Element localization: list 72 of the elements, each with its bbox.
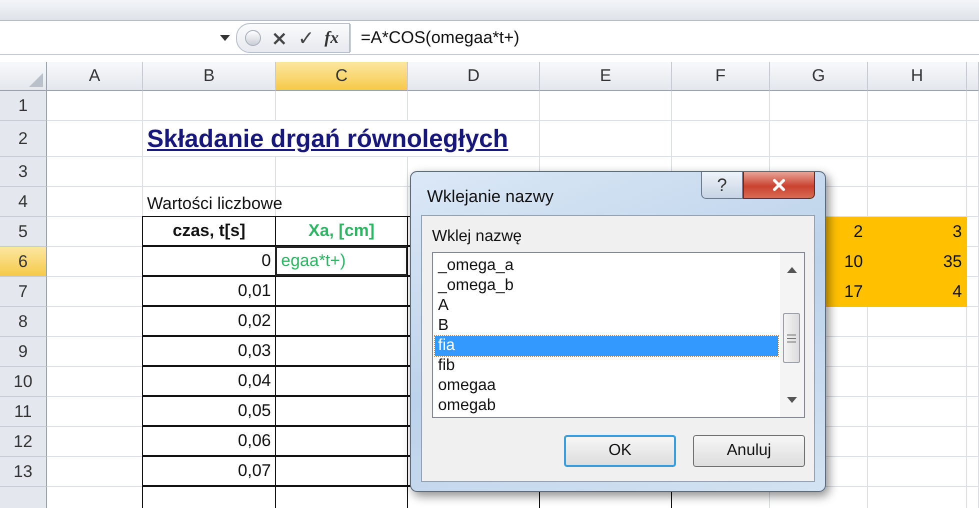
table-cell[interactable]: 35 bbox=[868, 247, 967, 277]
enter-button[interactable]: ✓ bbox=[298, 28, 315, 48]
row-header[interactable]: 6 bbox=[0, 247, 47, 277]
column-header[interactable]: C bbox=[276, 62, 408, 91]
table-cell[interactable]: 3 bbox=[868, 217, 967, 247]
row-header[interactable]: 4 bbox=[0, 187, 47, 217]
scroll-thumb[interactable] bbox=[783, 313, 800, 363]
table-cell[interactable] bbox=[275, 306, 408, 336]
cell-text: Wartości liczbowe bbox=[147, 194, 282, 214]
column-header[interactable]: G bbox=[770, 62, 868, 91]
cancel-button[interactable]: × bbox=[271, 28, 288, 48]
column-header[interactable]: B bbox=[143, 62, 276, 91]
list-item[interactable]: omegaa bbox=[435, 376, 778, 396]
row-header[interactable]: 2 bbox=[0, 121, 47, 157]
table-cell[interactable] bbox=[275, 396, 408, 426]
table-cell[interactable]: 0,04 bbox=[142, 366, 276, 396]
table-cell[interactable]: 0 bbox=[142, 246, 276, 276]
dialog-title: Wklejanie nazwy bbox=[426, 186, 555, 207]
ok-button[interactable]: OK bbox=[564, 435, 676, 467]
caret-icon bbox=[220, 34, 230, 40]
select-all-corner[interactable] bbox=[0, 62, 47, 91]
column-header[interactable]: F bbox=[672, 62, 770, 91]
table-cell[interactable]: 0,02 bbox=[142, 306, 276, 336]
scroll-down-icon[interactable] bbox=[787, 397, 797, 403]
list-item[interactable]: A bbox=[435, 296, 778, 316]
table-cell[interactable] bbox=[275, 456, 408, 486]
grip-icon bbox=[245, 30, 261, 46]
list-label: Wklej nazwę bbox=[432, 228, 523, 246]
list-item[interactable]: _omega_a bbox=[435, 256, 778, 276]
row-header[interactable]: 10 bbox=[0, 367, 47, 397]
row-header[interactable]: 9 bbox=[0, 337, 47, 367]
row-header[interactable]: 12 bbox=[0, 427, 47, 457]
row-header[interactable]: 7 bbox=[0, 277, 47, 307]
column-header[interactable]: D bbox=[408, 62, 540, 91]
list-item[interactable]: _omega_b bbox=[435, 276, 778, 296]
row-header[interactable]: 8 bbox=[0, 307, 47, 337]
table-cell[interactable] bbox=[275, 366, 408, 396]
row-header[interactable]: 13 bbox=[0, 457, 47, 487]
table-cell[interactable]: 0,07 bbox=[142, 456, 276, 486]
formula-field[interactable]: =A*COS(omegaa*t+) bbox=[350, 24, 979, 52]
row-header[interactable]: 1 bbox=[0, 91, 47, 121]
row-header[interactable]: 5 bbox=[0, 217, 47, 247]
sheet-title[interactable]: Składanie drgań równoległych bbox=[143, 121, 540, 157]
table-cell[interactable] bbox=[142, 486, 276, 508]
scrollbar[interactable] bbox=[780, 253, 804, 417]
table-cell[interactable]: 0,05 bbox=[142, 396, 276, 426]
close-icon bbox=[770, 176, 788, 194]
list-item[interactable]: fib bbox=[435, 356, 778, 376]
help-button[interactable]: ? bbox=[701, 172, 743, 199]
list-item[interactable]: omegab bbox=[435, 396, 778, 416]
insert-function-button[interactable]: fx bbox=[324, 28, 339, 48]
row-header[interactable] bbox=[0, 487, 47, 508]
table-cell[interactable]: 0,03 bbox=[142, 336, 276, 366]
table-cell[interactable]: 0,06 bbox=[142, 426, 276, 456]
table-cell[interactable] bbox=[275, 426, 408, 456]
column-header[interactable] bbox=[967, 62, 979, 91]
table-cell[interactable] bbox=[275, 336, 408, 366]
grip-icon bbox=[787, 334, 796, 342]
table-cell[interactable] bbox=[275, 276, 408, 306]
table-cell[interactable]: czas, t[s] bbox=[142, 216, 276, 246]
row-header[interactable]: 3 bbox=[0, 157, 47, 187]
column-header[interactable]: A bbox=[47, 62, 143, 91]
cancel-button[interactable]: Anuluj bbox=[693, 435, 805, 467]
close-button[interactable] bbox=[743, 172, 815, 199]
row-header[interactable]: 11 bbox=[0, 397, 47, 427]
column-header[interactable]: H bbox=[868, 62, 967, 91]
triangle-icon bbox=[29, 73, 43, 87]
column-header[interactable]: E bbox=[540, 62, 672, 91]
list-item[interactable]: B bbox=[435, 316, 778, 336]
table-cell[interactable]: 4 bbox=[868, 277, 967, 307]
table-cell[interactable]: 0,01 bbox=[142, 276, 276, 306]
scroll-up-icon[interactable] bbox=[787, 267, 797, 273]
